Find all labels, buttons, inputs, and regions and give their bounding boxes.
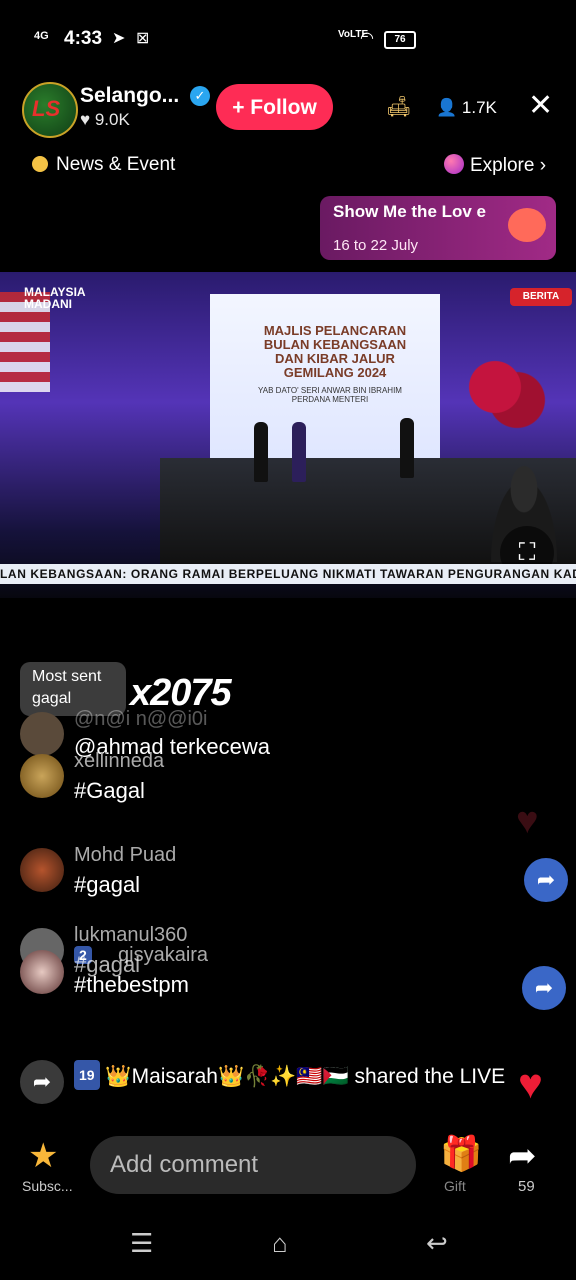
promo-banner[interactable]: Show Me the Lov e 16 to 22 July bbox=[320, 196, 556, 260]
chat-username[interactable]: Mohd Puad bbox=[74, 844, 176, 867]
gift-label[interactable]: Gift bbox=[444, 1178, 466, 1194]
chevron-right-icon: › bbox=[539, 155, 547, 176]
flower-decoration bbox=[440, 322, 550, 452]
avatar-logo-text: LS bbox=[32, 96, 61, 121]
wifi-icon: ◠ bbox=[360, 30, 374, 47]
heart-icon: ♥ bbox=[80, 110, 91, 129]
share-icon[interactable]: ➦ bbox=[508, 1136, 537, 1176]
share-count: 59 bbox=[518, 1178, 535, 1195]
chat-message: #Gagal bbox=[74, 778, 145, 803]
chat-avatar[interactable] bbox=[20, 950, 64, 994]
floating-heart-icon: ♥ bbox=[516, 800, 539, 842]
berita-logo: BERITA bbox=[510, 288, 572, 306]
chat-username: @n@i n@@i0i bbox=[74, 708, 208, 730]
screen-subtitle: YAB DATO' SERI ANWAR BIN IBRAHIM PERDANA… bbox=[258, 386, 402, 404]
likes-count: 9.0K bbox=[94, 110, 130, 129]
status-bar: 4G 4:33 ➤ ⊠ VoLTE ◠ 76 bbox=[0, 0, 576, 78]
chat-username[interactable]: xellinneda bbox=[74, 750, 164, 773]
stage-person bbox=[400, 418, 414, 478]
telegram-icon: ➤ bbox=[112, 30, 126, 47]
host-avatar[interactable]: LS bbox=[22, 82, 78, 138]
promo-heart-icon bbox=[508, 208, 546, 242]
sim-icon: ⊠ bbox=[136, 30, 150, 47]
promo-dates: 16 to 22 July bbox=[333, 237, 419, 254]
promo-title: Show Me the Lov e bbox=[333, 202, 487, 221]
network-indicator: 4G bbox=[34, 30, 49, 42]
comment-input[interactable]: Add comment bbox=[90, 1136, 416, 1194]
follow-button[interactable]: + Follow bbox=[216, 84, 333, 130]
news-label: News & Event bbox=[56, 154, 176, 175]
heart-icon[interactable]: ♥ bbox=[518, 1060, 543, 1108]
live-video[interactable]: MALAYSIA MADANI MAJLIS PELANCARAN BULAN … bbox=[0, 272, 576, 598]
share-icon[interactable]: ➦ bbox=[522, 966, 566, 1010]
back-icon[interactable]: ↩ bbox=[426, 1228, 448, 1259]
viewer-count-value: 1.7K bbox=[461, 98, 497, 117]
madani-logo: MALAYSIA MADANI bbox=[24, 285, 86, 311]
news-icon bbox=[32, 156, 48, 172]
subscribe-label[interactable]: Subsc... bbox=[22, 1178, 73, 1194]
close-icon[interactable]: ✕ bbox=[528, 88, 553, 123]
stage-person bbox=[292, 422, 306, 482]
chat-avatar[interactable] bbox=[20, 712, 64, 756]
shared-text: 👑Maisarah👑🥀✨🇲🇾🇵🇸 shared the LIVE bbox=[105, 1065, 506, 1088]
explore-label: Explore bbox=[470, 155, 535, 176]
share-icon[interactable]: ➦ bbox=[524, 858, 568, 902]
verified-icon: ✓ bbox=[190, 86, 210, 106]
gift-icon[interactable]: 🎁 bbox=[440, 1134, 482, 1174]
explore-link[interactable]: Explore › bbox=[444, 154, 546, 177]
news-ticker: LAN KEBANGSAAN: ORANG RAMAI BERPELUANG N… bbox=[0, 564, 576, 584]
most-sent-gift: gagal bbox=[32, 690, 72, 707]
explore-icon bbox=[444, 154, 464, 174]
share-icon[interactable]: ➦ bbox=[20, 1060, 64, 1104]
person-icon: 👤 bbox=[436, 98, 458, 117]
status-time: 4:33 bbox=[64, 28, 103, 49]
news-event-link[interactable]: News & Event bbox=[32, 154, 175, 176]
chat-avatar[interactable] bbox=[20, 754, 64, 798]
level-badge: 19 bbox=[74, 1060, 100, 1090]
viewer-count[interactable]: 👤 1.7K bbox=[436, 98, 497, 118]
chat-avatar[interactable] bbox=[20, 848, 64, 892]
battery-indicator: 76 bbox=[384, 31, 416, 49]
chat-message: #thebestpm bbox=[74, 972, 189, 997]
sofa-icon[interactable]: 🛋 bbox=[386, 94, 411, 119]
host-likes: ♥ 9.0K bbox=[80, 110, 130, 130]
screen-title: MAJLIS PELANCARAN BULAN KEBANGSAAN DAN K… bbox=[263, 323, 407, 380]
star-icon[interactable]: ★ bbox=[28, 1136, 58, 1176]
menu-icon[interactable]: ☰ bbox=[130, 1228, 153, 1259]
home-icon[interactable]: ⌂ bbox=[272, 1228, 288, 1259]
chat-message: #gagal bbox=[74, 872, 141, 897]
host-name[interactable]: Selango... bbox=[80, 84, 179, 108]
most-sent-label: Most sent bbox=[32, 668, 102, 685]
shared-notice: 19 👑Maisarah👑🥀✨🇲🇾🇵🇸 shared the LIVE bbox=[74, 1060, 524, 1091]
stage-person bbox=[254, 422, 268, 482]
